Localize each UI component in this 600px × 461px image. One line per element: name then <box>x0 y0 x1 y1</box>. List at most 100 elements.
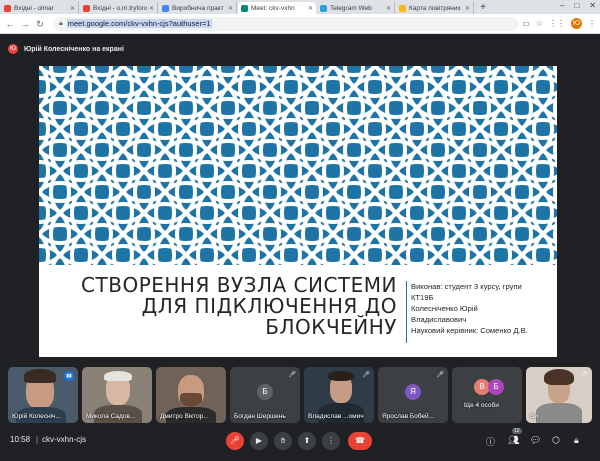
more-options-button[interactable]: ⋮ <box>322 432 340 450</box>
participant-strip: ▮▮ Юрій Колесніч... Микола Садов... Дмит… <box>0 367 600 425</box>
participant-tile[interactable]: ▮▮ Юрій Колесніч... <box>8 367 78 423</box>
tab-label: Вхідні - olmar <box>14 4 54 12</box>
meet-window: Ю Юрій Колесніченко на екрані СТВОРЕННЯ … <box>0 34 600 461</box>
slide-divider <box>406 281 407 343</box>
mic-off-icon: 🎤︎ <box>288 372 296 378</box>
tab-favicon-icon <box>83 4 90 12</box>
participant-tile[interactable]: Дмитро Віктор... <box>156 367 226 423</box>
self-tile[interactable]: 🎤︎ Ви <box>526 367 592 423</box>
participant-name: Богдан Шершень <box>234 413 286 420</box>
browser-tab[interactable]: Meet: ckv-vxhn ✕ <box>238 2 316 14</box>
tab-label: Карта повітряних <box>409 4 461 12</box>
pattern-ring <box>217 66 281 98</box>
maximize-icon[interactable]: □ <box>574 1 579 10</box>
back-icon[interactable]: ← <box>4 18 16 30</box>
camera-icon[interactable]: ▭ <box>522 19 530 28</box>
current-time: 10:58 <box>10 435 31 444</box>
more-participants-label: Ще 4 особи <box>464 402 499 409</box>
slide-title: СТВОРЕННЯ ВУЗЛА СИСТЕМИ ДЛЯ ПІДКЛЮЧЕННЯ … <box>47 275 397 338</box>
participant-group-tile[interactable]: В Б Ще 4 особи <box>452 367 522 423</box>
separator: | <box>36 435 39 444</box>
pattern-ring <box>385 66 449 98</box>
star-icon[interactable]: ☆ <box>536 19 543 28</box>
ring-pattern <box>39 66 557 265</box>
camera-toggle-button[interactable]: ▶ <box>250 432 268 450</box>
mic-toggle-button[interactable]: 🎤︎ <box>226 432 244 450</box>
participant-tile[interactable]: 🎤︎ Владислав ...омич <box>304 367 374 423</box>
window-controls: – □ ✕ <box>560 1 596 10</box>
close-tab-icon[interactable]: ✕ <box>386 5 391 12</box>
tab-favicon-icon <box>399 4 406 12</box>
participant-tile[interactable]: 🎤︎ Я Ярослав Бобей... <box>378 367 448 423</box>
profile-avatar[interactable]: Ю <box>571 18 582 29</box>
close-window-icon[interactable]: ✕ <box>589 1 596 10</box>
raise-hand-button[interactable]: ✋︎ <box>274 432 292 450</box>
participant-tile[interactable]: Микола Садов... <box>82 367 152 423</box>
pattern-ring <box>175 66 239 98</box>
tab-label: Meet: ckv-vxhn <box>251 4 295 12</box>
presentation-slide: СТВОРЕННЯ ВУЗЛА СИСТЕМИ ДЛЯ ПІДКЛЮЧЕННЯ … <box>39 66 557 357</box>
slide-title-line: СТВОРЕННЯ ВУЗЛА СИСТЕМИ <box>81 273 397 297</box>
close-tab-icon[interactable]: ✕ <box>149 5 154 12</box>
tab-label: Telegram Web <box>330 4 372 12</box>
leave-call-button[interactable]: ☎ <box>348 432 372 450</box>
people-icon[interactable]: 👥︎ <box>508 435 519 446</box>
close-tab-icon[interactable]: ✕ <box>70 5 75 12</box>
pattern-ring <box>91 66 155 98</box>
mic-off-icon: 🎤︎ <box>436 372 444 378</box>
pattern-ring <box>133 66 197 98</box>
participant-avatar: Я <box>405 384 421 400</box>
new-tab-button[interactable]: + <box>477 2 489 14</box>
meeting-controls-bar: 10:58 | ckv-vxhn-cjs 🎤︎ ▶ ✋︎ ⬆ ⋮ ☎ ⓘ 👥︎ … <box>0 425 600 461</box>
browser-tab-bar: Вхідні - olmar ✕ Вхідні - o.m.tryfonov ✕ Вир… <box>0 0 600 14</box>
participant-name: Микола Садов... <box>86 413 136 420</box>
slide-title-line: БЛОКЧЕЙНУ <box>265 315 397 339</box>
browser-tab[interactable]: Вхідні - o.m.tryfonov ✕ <box>80 2 158 14</box>
activities-icon[interactable]: ⬡ <box>552 435 560 446</box>
menu-icon[interactable]: ⋮ <box>588 19 596 28</box>
slide-info-line: Науковий керівник: Соменко Д.В. <box>411 326 528 335</box>
slide-info-line: Виконав: студент 3 курсу, групи <box>411 282 522 291</box>
browser-tab[interactable]: Карта повітряних ✕ <box>396 2 474 14</box>
presenter-avatar: Ю <box>8 44 18 54</box>
pattern-ring <box>39 160 71 224</box>
participant-avatar: Б <box>257 384 273 400</box>
pattern-ring <box>301 66 365 98</box>
people-count-badge: 12 <box>512 428 522 434</box>
minimize-icon[interactable]: – <box>560 1 564 10</box>
lock-icon: 🔒︎ <box>59 19 63 27</box>
slide-info-line: Владиславович <box>411 315 467 324</box>
host-controls-icon[interactable]: 🔒︎ <box>574 435 579 446</box>
pattern-ring <box>469 66 533 98</box>
close-tab-icon[interactable]: ✕ <box>308 5 313 12</box>
close-tab-icon[interactable]: ✕ <box>465 5 470 12</box>
slide-author-info: Виконав: студент 3 курсу, групи КТ19Б Ко… <box>411 281 553 336</box>
reload-icon[interactable]: ↻ <box>34 18 46 30</box>
pattern-ring <box>553 176 557 208</box>
slide-title-line: ДЛЯ ПІДКЛЮЧЕННЯ ДО <box>141 294 397 318</box>
slide-pattern <box>39 66 557 265</box>
slide-info-line: Колесніченко Юрій <box>411 304 478 313</box>
pattern-ring <box>39 76 71 140</box>
browser-tab[interactable]: Виробнича практ ✕ <box>159 2 237 14</box>
participant-avatar: Б <box>488 379 504 395</box>
participant-name: Владислав ...омич <box>308 413 364 420</box>
participant-name: Ви <box>530 413 538 420</box>
close-tab-icon[interactable]: ✕ <box>228 5 233 12</box>
participant-name: Юрій Колесніч... <box>12 413 61 420</box>
address-bar[interactable]: 🔒︎ meet.google.com/ckv-vxhn-cjs?authuser… <box>53 16 519 31</box>
pattern-ring <box>39 118 71 182</box>
extensions-icon[interactable]: ⋮⋮ <box>549 19 565 28</box>
mic-off-icon: 🎤︎ <box>362 372 370 378</box>
browser-tab[interactable]: Вхідні - olmar ✕ <box>1 2 79 14</box>
present-button[interactable]: ⬆ <box>298 432 316 450</box>
participant-tile[interactable]: 🎤︎ Б Богдан Шершень <box>230 367 300 423</box>
pattern-ring <box>553 134 557 166</box>
chat-icon[interactable]: 💬︎ <box>530 435 541 446</box>
tab-favicon-icon <box>320 4 327 12</box>
pattern-ring <box>259 66 323 98</box>
info-icon[interactable]: ⓘ <box>486 435 495 448</box>
forward-icon[interactable]: → <box>19 18 31 30</box>
browser-tab[interactable]: Telegram Web ✕ <box>317 2 395 14</box>
tab-favicon-icon <box>241 4 248 12</box>
